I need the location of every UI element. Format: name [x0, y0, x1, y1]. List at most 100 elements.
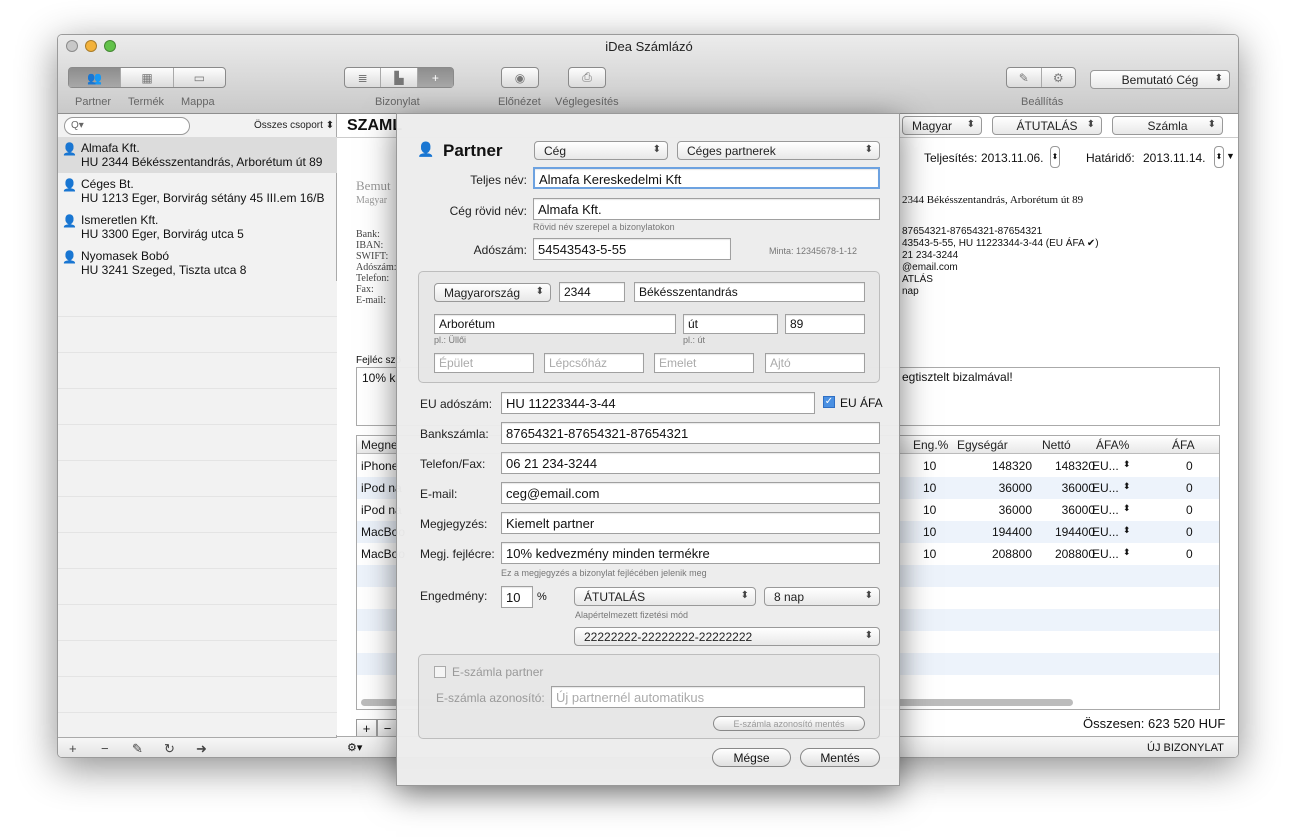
eszamla-checkbox[interactable]	[434, 666, 446, 678]
house-number-input[interactable]: 89	[785, 314, 865, 334]
payment-method-value: ÁTUTALÁS	[584, 589, 646, 604]
email-input[interactable]: ceg@email.com	[501, 482, 880, 504]
view-segment[interactable]: 👥 ▦ ▭	[68, 67, 226, 88]
eu-afa-label: EU ÁFA	[840, 396, 883, 410]
add-bizonylat-button[interactable]: +	[417, 68, 453, 87]
col-eng[interactable]: Eng.%	[913, 438, 948, 452]
buyer-line: @email.com	[902, 262, 958, 273]
afa-stepper-icon[interactable]: ⬍	[1123, 503, 1131, 514]
floor-input[interactable]: Emelet	[654, 353, 754, 373]
staircase-input[interactable]: Lépcsőház	[544, 353, 644, 373]
payment-select[interactable]: ÁTUTALÁS	[992, 116, 1102, 135]
teljesites-stepper[interactable]: ⬍	[1050, 146, 1060, 168]
finalize-button[interactable]: ⎙	[568, 67, 606, 88]
partner-group-select[interactable]: Céges partnerek	[677, 141, 880, 160]
new-document-button[interactable]: ÚJ BIZONYLAT	[1147, 742, 1224, 754]
buyer-line: 43543-5-55, HU 11223344-3-44 (EU ÁFA ✔)	[902, 238, 1099, 249]
mappa-view-button[interactable]: ▭	[174, 68, 225, 87]
partner-type-select[interactable]: Cég	[534, 141, 668, 160]
list-item[interactable]: 👤 Almafa Kft. HU 2344 Békésszentandrás, …	[58, 137, 337, 173]
partner-type-value: Cég	[544, 143, 567, 158]
doc-type-select[interactable]: Számla	[1112, 116, 1223, 135]
col-megnev[interactable]: Megne	[361, 438, 398, 452]
payment-value: ÁTUTALÁS	[1016, 118, 1078, 133]
col-afa-pct[interactable]: ÁFA%	[1096, 438, 1129, 452]
item-afa-pct[interactable]: EU...	[1092, 459, 1119, 473]
engedmeny-input[interactable]: 10	[501, 586, 533, 608]
chart-icon[interactable]: ▙	[381, 68, 418, 87]
address-group: Magyarország 2344 Békésszentandrás Arbor…	[418, 271, 880, 383]
due-days-select[interactable]: 8 nap	[764, 587, 880, 606]
list-item[interactable]: 👤 Ismeretlen Kft. HU 3300 Eger, Borvirág…	[58, 209, 337, 245]
hatarido-date[interactable]: 2013.11.14.	[1143, 151, 1206, 165]
telefon-label: Telefon/Fax:	[420, 457, 486, 471]
adoszam-hint: Minta: 12345678-1-12	[769, 246, 858, 256]
language-select[interactable]: Magyar	[902, 116, 982, 135]
eszamla-save-button[interactable]: E-számla azonosító mentés	[713, 716, 865, 731]
eu-afa-checkbox[interactable]: ✓	[823, 396, 835, 408]
teljesites-date[interactable]: 2013.11.06.	[981, 151, 1044, 165]
city-input[interactable]: Békésszentandrás	[634, 282, 865, 302]
person-icon: 👤	[62, 142, 77, 156]
refresh-icon[interactable]: ↻	[164, 741, 175, 757]
partner-view-button[interactable]: 👥	[69, 68, 122, 87]
col-netto[interactable]: Nettó	[1042, 438, 1071, 452]
payment-method-select[interactable]: ÁTUTALÁS	[574, 587, 756, 606]
go-icon[interactable]: ➜	[196, 741, 207, 757]
box-icon: ▦	[141, 70, 153, 85]
country-select[interactable]: Magyarország	[434, 283, 551, 302]
item-afa-pct[interactable]: EU...	[1092, 503, 1119, 517]
bankszamla-input[interactable]: 87654321-87654321-87654321	[501, 422, 880, 444]
settings-segment[interactable]: ✎ ⚙	[1006, 67, 1076, 88]
edit-doc-icon[interactable]: ✎	[1007, 68, 1042, 87]
list-item[interactable]: 👤 Céges Bt. HU 1213 Eger, Borvirág sétán…	[58, 173, 337, 209]
preview-button[interactable]: ◉	[501, 67, 539, 88]
zip-input[interactable]: 2344	[559, 282, 625, 302]
hatarido-stepper[interactable]: ⬍	[1214, 146, 1224, 168]
rovid-nev-input[interactable]: Almafa Kft.	[533, 198, 880, 220]
hatarido-label: Határidő:	[1086, 151, 1135, 165]
afa-stepper-icon[interactable]: ⬍	[1123, 481, 1131, 492]
bank-account-select[interactable]: 22222222-22222222-22222222	[574, 627, 880, 646]
bizonylat-segment[interactable]: ≣ ▙ +	[344, 67, 454, 88]
item-afa-pct[interactable]: EU...	[1092, 481, 1119, 495]
street-type-input[interactable]: út	[683, 314, 778, 334]
col-egysegar[interactable]: Egységár	[957, 438, 1008, 452]
teljes-nev-input[interactable]: Almafa Kereskedelmi Kft	[533, 167, 880, 189]
afa-stepper-icon[interactable]: ⬍	[1123, 547, 1131, 558]
street-input[interactable]: Arborétum	[434, 314, 676, 334]
gear-icon[interactable]: ⚙▾	[347, 741, 362, 754]
item-afa-pct[interactable]: EU...	[1092, 547, 1119, 561]
cancel-button[interactable]: Mégse	[712, 748, 791, 767]
col-afa[interactable]: ÁFA	[1172, 438, 1195, 452]
save-button[interactable]: Mentés	[800, 748, 880, 767]
afa-stepper-icon[interactable]: ⬍	[1123, 459, 1131, 470]
list-item[interactable]: 👤 Nyomasek Bobó HU 3241 Szeged, Tiszta u…	[58, 245, 337, 281]
building-input[interactable]: Épület	[434, 353, 534, 373]
termek-view-button[interactable]: ▦	[121, 68, 174, 87]
eszamla-az-input[interactable]: Új partnernél automatikus	[551, 686, 865, 708]
remove-partner-button[interactable]: −	[101, 741, 109, 756]
item-afa-pct[interactable]: EU...	[1092, 525, 1119, 539]
telefon-input[interactable]: 06 21 234-3244	[501, 452, 880, 474]
search-icon: Q▾	[71, 120, 84, 131]
search-input[interactable]: Q▾	[64, 117, 190, 135]
group-filter[interactable]: Összes csoport ⬍	[254, 120, 334, 131]
door-input[interactable]: Ajtó	[765, 353, 865, 373]
add-partner-button[interactable]: +	[69, 741, 77, 756]
afa-stepper-icon[interactable]: ⬍	[1123, 525, 1131, 536]
chevron-down-icon[interactable]: ▼	[1226, 151, 1235, 161]
company-selector[interactable]: Bemutató Cég	[1090, 70, 1230, 89]
teljesites-label: Teljesítés:	[924, 151, 978, 165]
eu-adoszam-input[interactable]: HU 11223344-3-44	[501, 392, 815, 414]
due-days-value: 8 nap	[774, 589, 805, 604]
edit-partner-icon[interactable]: ✎	[132, 741, 143, 757]
partner-address: HU 3241 Szeged, Tiszta utca 8	[81, 263, 247, 277]
partner-label: Partner	[75, 96, 112, 108]
language-value: Magyar	[912, 118, 953, 133]
adoszam-input[interactable]: 54543543-5-55	[533, 238, 731, 260]
megjegyzes-input[interactable]: Kiemelt partner	[501, 512, 880, 534]
gear-icon[interactable]: ⚙	[1042, 68, 1076, 87]
fejlecre-input[interactable]: 10% kedvezmény minden termékre	[501, 542, 880, 564]
list-icon[interactable]: ≣	[345, 68, 382, 87]
